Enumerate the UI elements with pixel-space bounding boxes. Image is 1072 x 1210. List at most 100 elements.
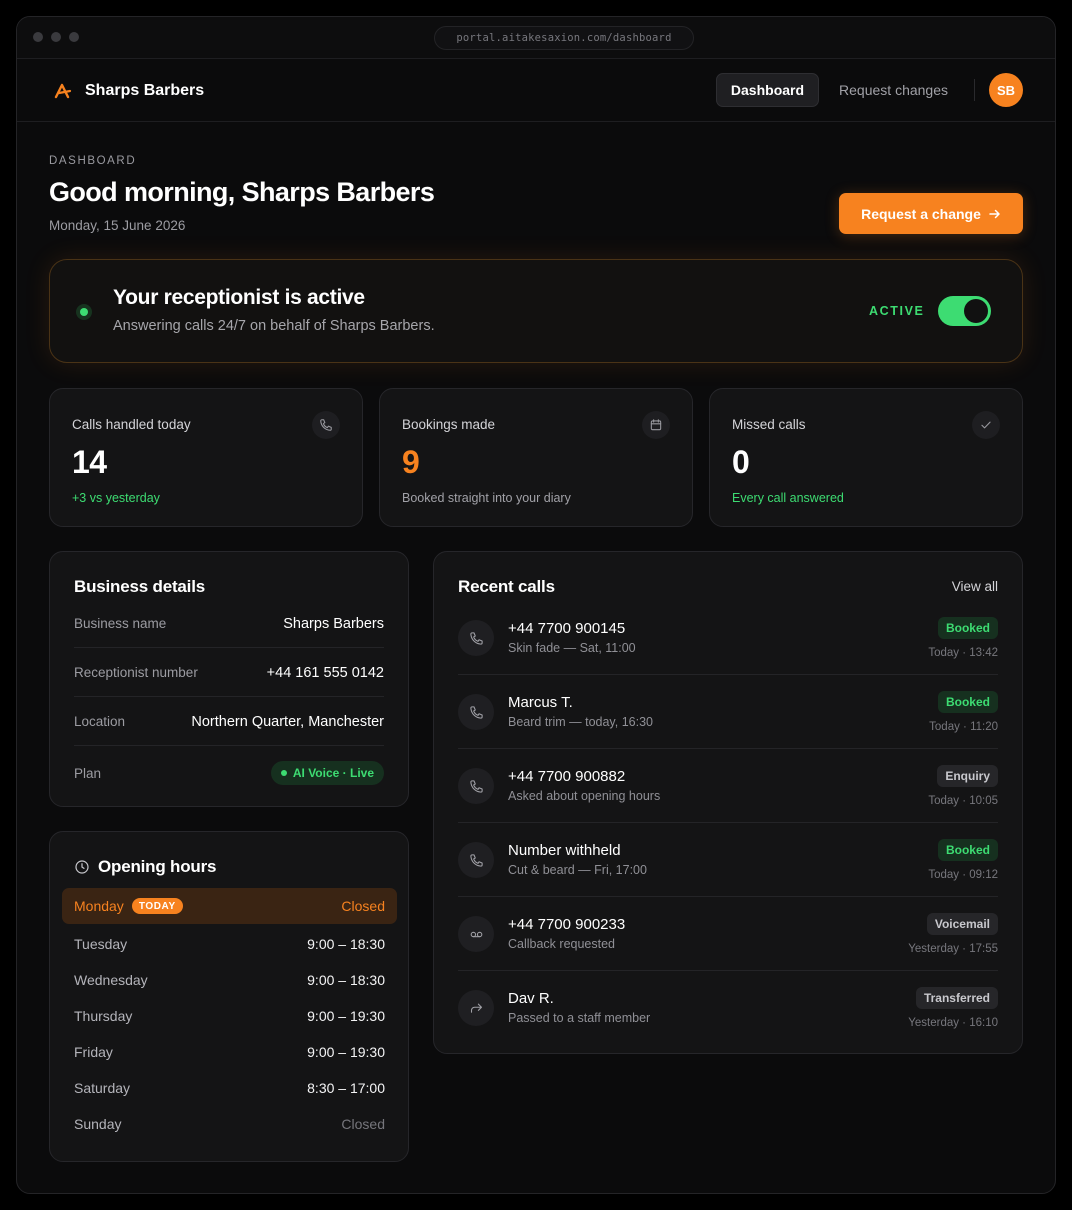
hours-row-saturday: Saturday 8:30 – 17:00 [62, 1070, 397, 1106]
hours-day-label: Monday [74, 898, 124, 914]
call-row[interactable]: +44 7700 900233 Callback requested Voice… [458, 897, 998, 971]
hours-day: Thursday [74, 1008, 133, 1024]
page-date: Monday, 15 June 2026 [49, 218, 186, 233]
plan-badge-label: AI Voice · Live [292, 766, 374, 780]
page-title: Good morning, Sharps Barbers [49, 177, 435, 207]
hours-time: Closed [341, 1116, 385, 1132]
call-time: Yesterday · 16:10 [908, 1017, 998, 1029]
browser-window: portal.aitakesaxion.com/dashboard Sharps… [16, 16, 1056, 1194]
call-time: Today · 13:42 [928, 647, 998, 659]
business-row-value: Northern Quarter, Manchester [191, 713, 384, 730]
recent-calls-title: Recent calls [458, 577, 555, 596]
call-row[interactable]: Dav R. Passed to a staff member Transfer… [458, 971, 998, 1045]
stat-note: Booked straight into your diary [402, 491, 571, 505]
forward-icon [458, 990, 494, 1026]
hours-day: Tuesday [74, 936, 128, 952]
business-row-name: Business name Sharps Barbers [74, 600, 384, 648]
call-time: Today · 10:05 [928, 795, 998, 807]
opening-hours-card: Opening hours Monday TODAY Closed Tuesday… [49, 831, 409, 1162]
business-row-plan: Plan AI Voice · Live [74, 749, 384, 797]
business-row-location: Location Northern Quarter, Manchester [74, 698, 384, 746]
business-row-number: Receptionist number +44 161 555 0142 [74, 649, 384, 697]
call-row[interactable]: +44 7700 900145 Skin fade — Sat, 11:00 B… [458, 601, 998, 675]
call-name: Number withheld [508, 842, 621, 859]
maximize-window-button[interactable] [69, 32, 79, 42]
receptionist-status-card: Your receptionist is active Answering ca… [49, 259, 1023, 363]
call-row[interactable]: Marcus T. Beard trim — today, 16:30 Book… [458, 675, 998, 749]
brand-name: Sharps Barbers [85, 82, 205, 99]
hours-time: 8:30 – 17:00 [307, 1080, 385, 1096]
receptionist-toggle[interactable] [938, 296, 991, 326]
call-status-badge: Transferred [915, 987, 998, 1009]
status-subtitle: Answering calls 24/7 on behalf of Sharps… [113, 318, 435, 334]
business-row-key: Receptionist number [74, 665, 198, 680]
call-time: Today · 09:12 [928, 869, 998, 881]
business-details-card: Business details Business name Sharps Ba… [49, 551, 409, 807]
nav-divider [974, 79, 975, 101]
call-desc: Asked about opening hours [508, 789, 661, 803]
call-desc: Beard trim — today, 16:30 [508, 715, 653, 729]
url-bar[interactable]: portal.aitakesaxion.com/dashboard [434, 26, 694, 50]
check-icon [972, 411, 1000, 439]
hours-day: Sunday [74, 1116, 122, 1132]
hours-day: Friday [74, 1044, 113, 1060]
clock-icon [75, 860, 89, 874]
phone-icon [458, 694, 494, 730]
call-status-badge: Enquiry [937, 765, 998, 787]
hours-day: Wednesday [74, 972, 148, 988]
stat-value: 0 [732, 444, 750, 480]
call-name: Dav R. [508, 990, 554, 1007]
call-desc: Callback requested [508, 937, 616, 951]
call-row[interactable]: +44 7700 900882 Asked about opening hour… [458, 749, 998, 823]
minimize-window-button[interactable] [51, 32, 61, 42]
stat-label: Calls handled today [72, 417, 191, 432]
stat-card-bookings: Bookings made 9 Booked straight into you… [379, 388, 693, 527]
live-dot-icon [280, 770, 287, 776]
top-nav: Sharps Barbers Dashboard Request changes… [17, 59, 1055, 122]
stat-note: Every call answered [732, 491, 844, 505]
hours-day: Monday TODAY [74, 898, 183, 914]
business-row-value: Sharps Barbers [283, 615, 384, 632]
call-name: +44 7700 900233 [508, 916, 626, 933]
voicemail-icon [458, 916, 494, 952]
hours-time: Closed [341, 898, 385, 914]
calendar-icon [642, 411, 670, 439]
hours-time: 9:00 – 18:30 [307, 972, 385, 988]
opening-hours-title: Opening hours [98, 857, 217, 876]
recent-calls-card: Recent calls View all +44 7700 900145 Sk… [433, 551, 1023, 1054]
nav-dashboard-tab[interactable]: Dashboard [715, 73, 820, 107]
business-row-value: +44 161 555 0142 [266, 664, 384, 681]
status-indicator-icon [76, 304, 92, 320]
phone-icon [312, 411, 340, 439]
call-status-badge: Booked [937, 691, 998, 713]
hours-row-tuesday: Tuesday 9:00 – 18:30 [62, 926, 397, 962]
request-change-button[interactable]: Request a change [839, 193, 1023, 234]
business-row-key: Location [74, 714, 126, 729]
brand[interactable]: Sharps Barbers [53, 81, 204, 101]
nav-request-changes-tab[interactable]: Request changes [825, 73, 962, 107]
business-details-title: Business details [74, 577, 205, 596]
toggle-knob [964, 299, 988, 323]
stat-value: 9 [402, 444, 420, 480]
call-time: Today · 11:20 [929, 721, 998, 733]
call-time: Yesterday · 17:55 [908, 943, 998, 955]
call-row[interactable]: Number withheld Cut & beard — Fri, 17:00… [458, 823, 998, 897]
phone-icon [458, 768, 494, 804]
page-eyebrow: DASHBOARD [49, 155, 137, 167]
nav-right: Dashboard Request changes SB [715, 73, 1023, 107]
user-avatar[interactable]: SB [989, 73, 1023, 107]
arrow-right-icon [989, 209, 1000, 218]
plan-badge: AI Voice · Live [270, 761, 384, 785]
window-controls [33, 32, 79, 42]
opening-hours-header: Opening hours [74, 857, 216, 877]
stat-value: 14 [72, 444, 107, 480]
hours-row-monday: Monday TODAY Closed [62, 888, 397, 924]
hours-row-sunday: Sunday Closed [62, 1106, 397, 1142]
business-row-key: Business name [74, 616, 167, 631]
today-badge: TODAY [131, 898, 183, 914]
close-window-button[interactable] [33, 32, 43, 42]
hours-row-wednesday: Wednesday 9:00 – 18:30 [62, 962, 397, 998]
hours-time: 9:00 – 19:30 [307, 1044, 385, 1060]
view-all-link[interactable]: View all [952, 579, 998, 594]
stat-card-missed: Missed calls 0 Every call answered [709, 388, 1023, 527]
